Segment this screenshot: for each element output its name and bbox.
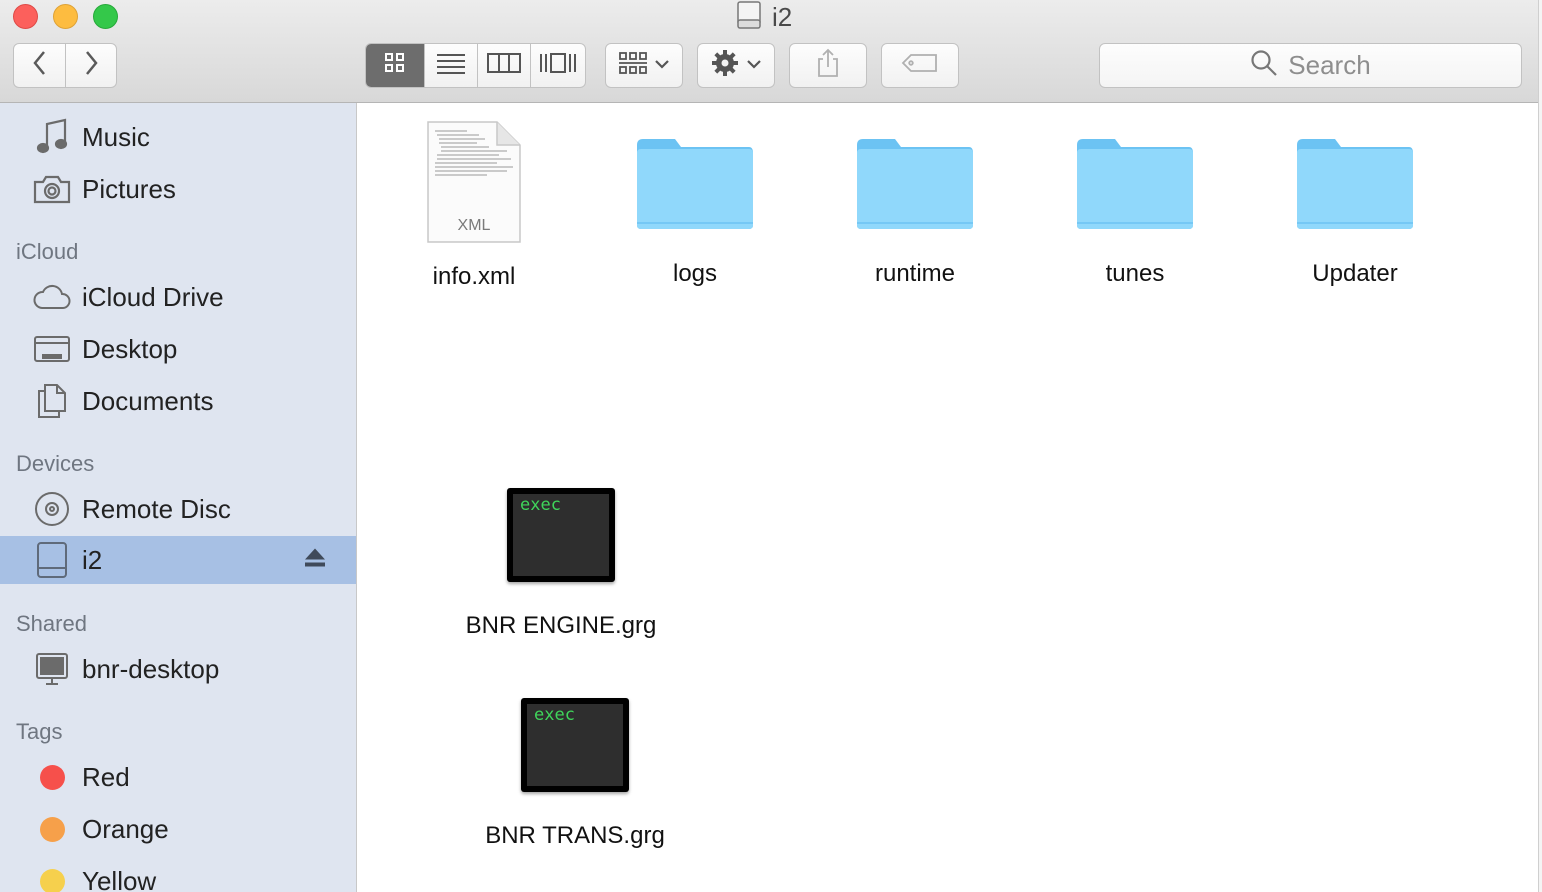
sidebar-item-label: Documents — [82, 385, 214, 416]
file-name: tunes — [1105, 260, 1165, 287]
disc-icon — [33, 490, 71, 528]
tag-dot-icon — [33, 758, 71, 796]
drive-icon — [33, 541, 71, 579]
sidebar-item-label: iCloud Drive — [82, 281, 224, 312]
folder-icon — [1295, 135, 1415, 231]
desktop-folder-icon — [33, 330, 71, 368]
window-title-text: i2 — [772, 1, 793, 32]
zoom-button[interactable] — [93, 4, 118, 29]
documents-icon — [33, 382, 71, 420]
sidebar-header-tags: Tags — [16, 719, 63, 744]
terminal-exec-icon: exec — [507, 488, 615, 582]
file-name: logs — [672, 260, 718, 287]
cloud-icon — [33, 278, 71, 316]
sidebar-item-documents[interactable]: Documents — [0, 377, 356, 425]
terminal-exec-icon: exec — [521, 698, 629, 792]
file-badge: XML — [457, 217, 491, 234]
share-button[interactable] — [789, 43, 867, 88]
sidebar-item-tag-red[interactable]: Red — [0, 753, 356, 801]
sidebar-item-pictures[interactable]: Pictures — [0, 165, 356, 213]
camera-icon — [33, 170, 71, 208]
monitor-icon — [33, 650, 71, 688]
sidebar-item-label: i2 — [82, 544, 103, 575]
minimize-button[interactable] — [53, 4, 78, 29]
file-name: info.xml — [432, 263, 516, 290]
folder-icon — [855, 135, 975, 231]
sidebar-item-label: Music — [82, 121, 150, 152]
tag-button[interactable] — [881, 43, 959, 88]
close-button[interactable] — [13, 4, 38, 29]
grid-icon — [383, 51, 407, 80]
window-title: i2 — [734, 0, 792, 34]
search-icon — [1250, 49, 1278, 82]
sidebar-item-i2[interactable]: i2 — [0, 536, 356, 584]
sidebar-header-icloud: iCloud — [16, 239, 79, 264]
coverflow-icon — [539, 51, 577, 80]
sidebar-item-label: Remote Disc — [82, 493, 231, 524]
folder-item[interactable]: runtime — [855, 135, 975, 288]
arrange-button[interactable] — [605, 43, 683, 88]
folder-item[interactable]: tunes — [1075, 135, 1195, 288]
search-field[interactable]: Search — [1099, 43, 1522, 88]
file-name: Updater — [1312, 260, 1398, 287]
chevron-down-icon — [746, 57, 762, 75]
chevron-down-icon — [654, 57, 670, 75]
sidebar-item-icloud-drive[interactable]: iCloud Drive — [0, 273, 356, 321]
back-button[interactable] — [13, 43, 66, 88]
file-name: runtime — [874, 260, 956, 287]
sidebar-item-label: Orange — [82, 813, 169, 844]
cover-flow-view-button[interactable] — [531, 44, 585, 87]
sidebar-item-label: Red — [82, 761, 130, 792]
exec-badge: exec — [520, 495, 561, 515]
toolbar: i2 Search — [0, 0, 1538, 103]
arrange-icon — [618, 50, 648, 81]
window-edge — [1538, 0, 1542, 892]
folder-item[interactable]: Updater — [1295, 135, 1415, 288]
list-view-button[interactable] — [425, 44, 478, 87]
sidebar-header-shared: Shared — [16, 611, 87, 636]
file-item[interactable]: exec BNR TRANS.grg — [465, 698, 685, 850]
finder-window: i2 Search Music Pictures iCloud iCloud D… — [0, 0, 1538, 892]
gear-icon — [710, 48, 740, 83]
chevron-right-icon — [81, 49, 101, 82]
folder-item[interactable]: logs — [635, 135, 755, 288]
column-view-button[interactable] — [478, 44, 532, 87]
sidebar-item-label: Yellow — [82, 865, 157, 892]
tag-icon — [901, 52, 939, 79]
sidebar-item-tag-orange[interactable]: Orange — [0, 805, 356, 853]
file-browser: XML info.xml logs runtime tunes Updater … — [357, 103, 1538, 892]
columns-icon — [487, 52, 522, 79]
forward-button[interactable] — [65, 43, 117, 88]
search-placeholder: Search — [1288, 50, 1371, 80]
drive-icon — [734, 0, 764, 35]
music-note-icon — [33, 118, 71, 156]
file-name: BNR ENGINE.grg — [465, 612, 657, 639]
tag-dot-icon — [33, 862, 71, 892]
file-name: BNR TRANS.grg — [485, 822, 665, 849]
folder-icon — [1075, 135, 1195, 231]
action-button[interactable] — [697, 43, 775, 88]
sidebar-item-label: bnr-desktop — [82, 653, 220, 684]
exec-badge: exec — [534, 705, 575, 725]
file-item[interactable]: XML info.xml — [414, 121, 534, 291]
sidebar-item-desktop[interactable]: Desktop — [0, 325, 356, 373]
sidebar-item-bnr-desktop[interactable]: bnr-desktop — [0, 645, 356, 693]
icon-view-button[interactable] — [366, 44, 426, 87]
share-icon — [815, 48, 841, 83]
sidebar: Music Pictures iCloud iCloud Drive Deskt… — [0, 103, 357, 892]
file-item[interactable]: exec BNR ENGINE.grg — [451, 488, 671, 640]
chevron-left-icon — [30, 49, 50, 82]
folder-icon — [635, 135, 755, 231]
xml-document-icon: XML — [427, 121, 521, 243]
sidebar-item-music[interactable]: Music — [0, 113, 356, 161]
tag-dot-icon — [33, 810, 71, 848]
sidebar-item-remote-disc[interactable]: Remote Disc — [0, 485, 356, 533]
list-icon — [436, 52, 466, 79]
sidebar-item-label: Pictures — [82, 173, 176, 204]
view-switcher — [365, 43, 586, 88]
eject-icon[interactable] — [304, 548, 326, 573]
sidebar-item-tag-yellow[interactable]: Yellow — [0, 857, 356, 892]
sidebar-item-label: Desktop — [82, 333, 178, 364]
sidebar-header-devices: Devices — [16, 451, 95, 476]
